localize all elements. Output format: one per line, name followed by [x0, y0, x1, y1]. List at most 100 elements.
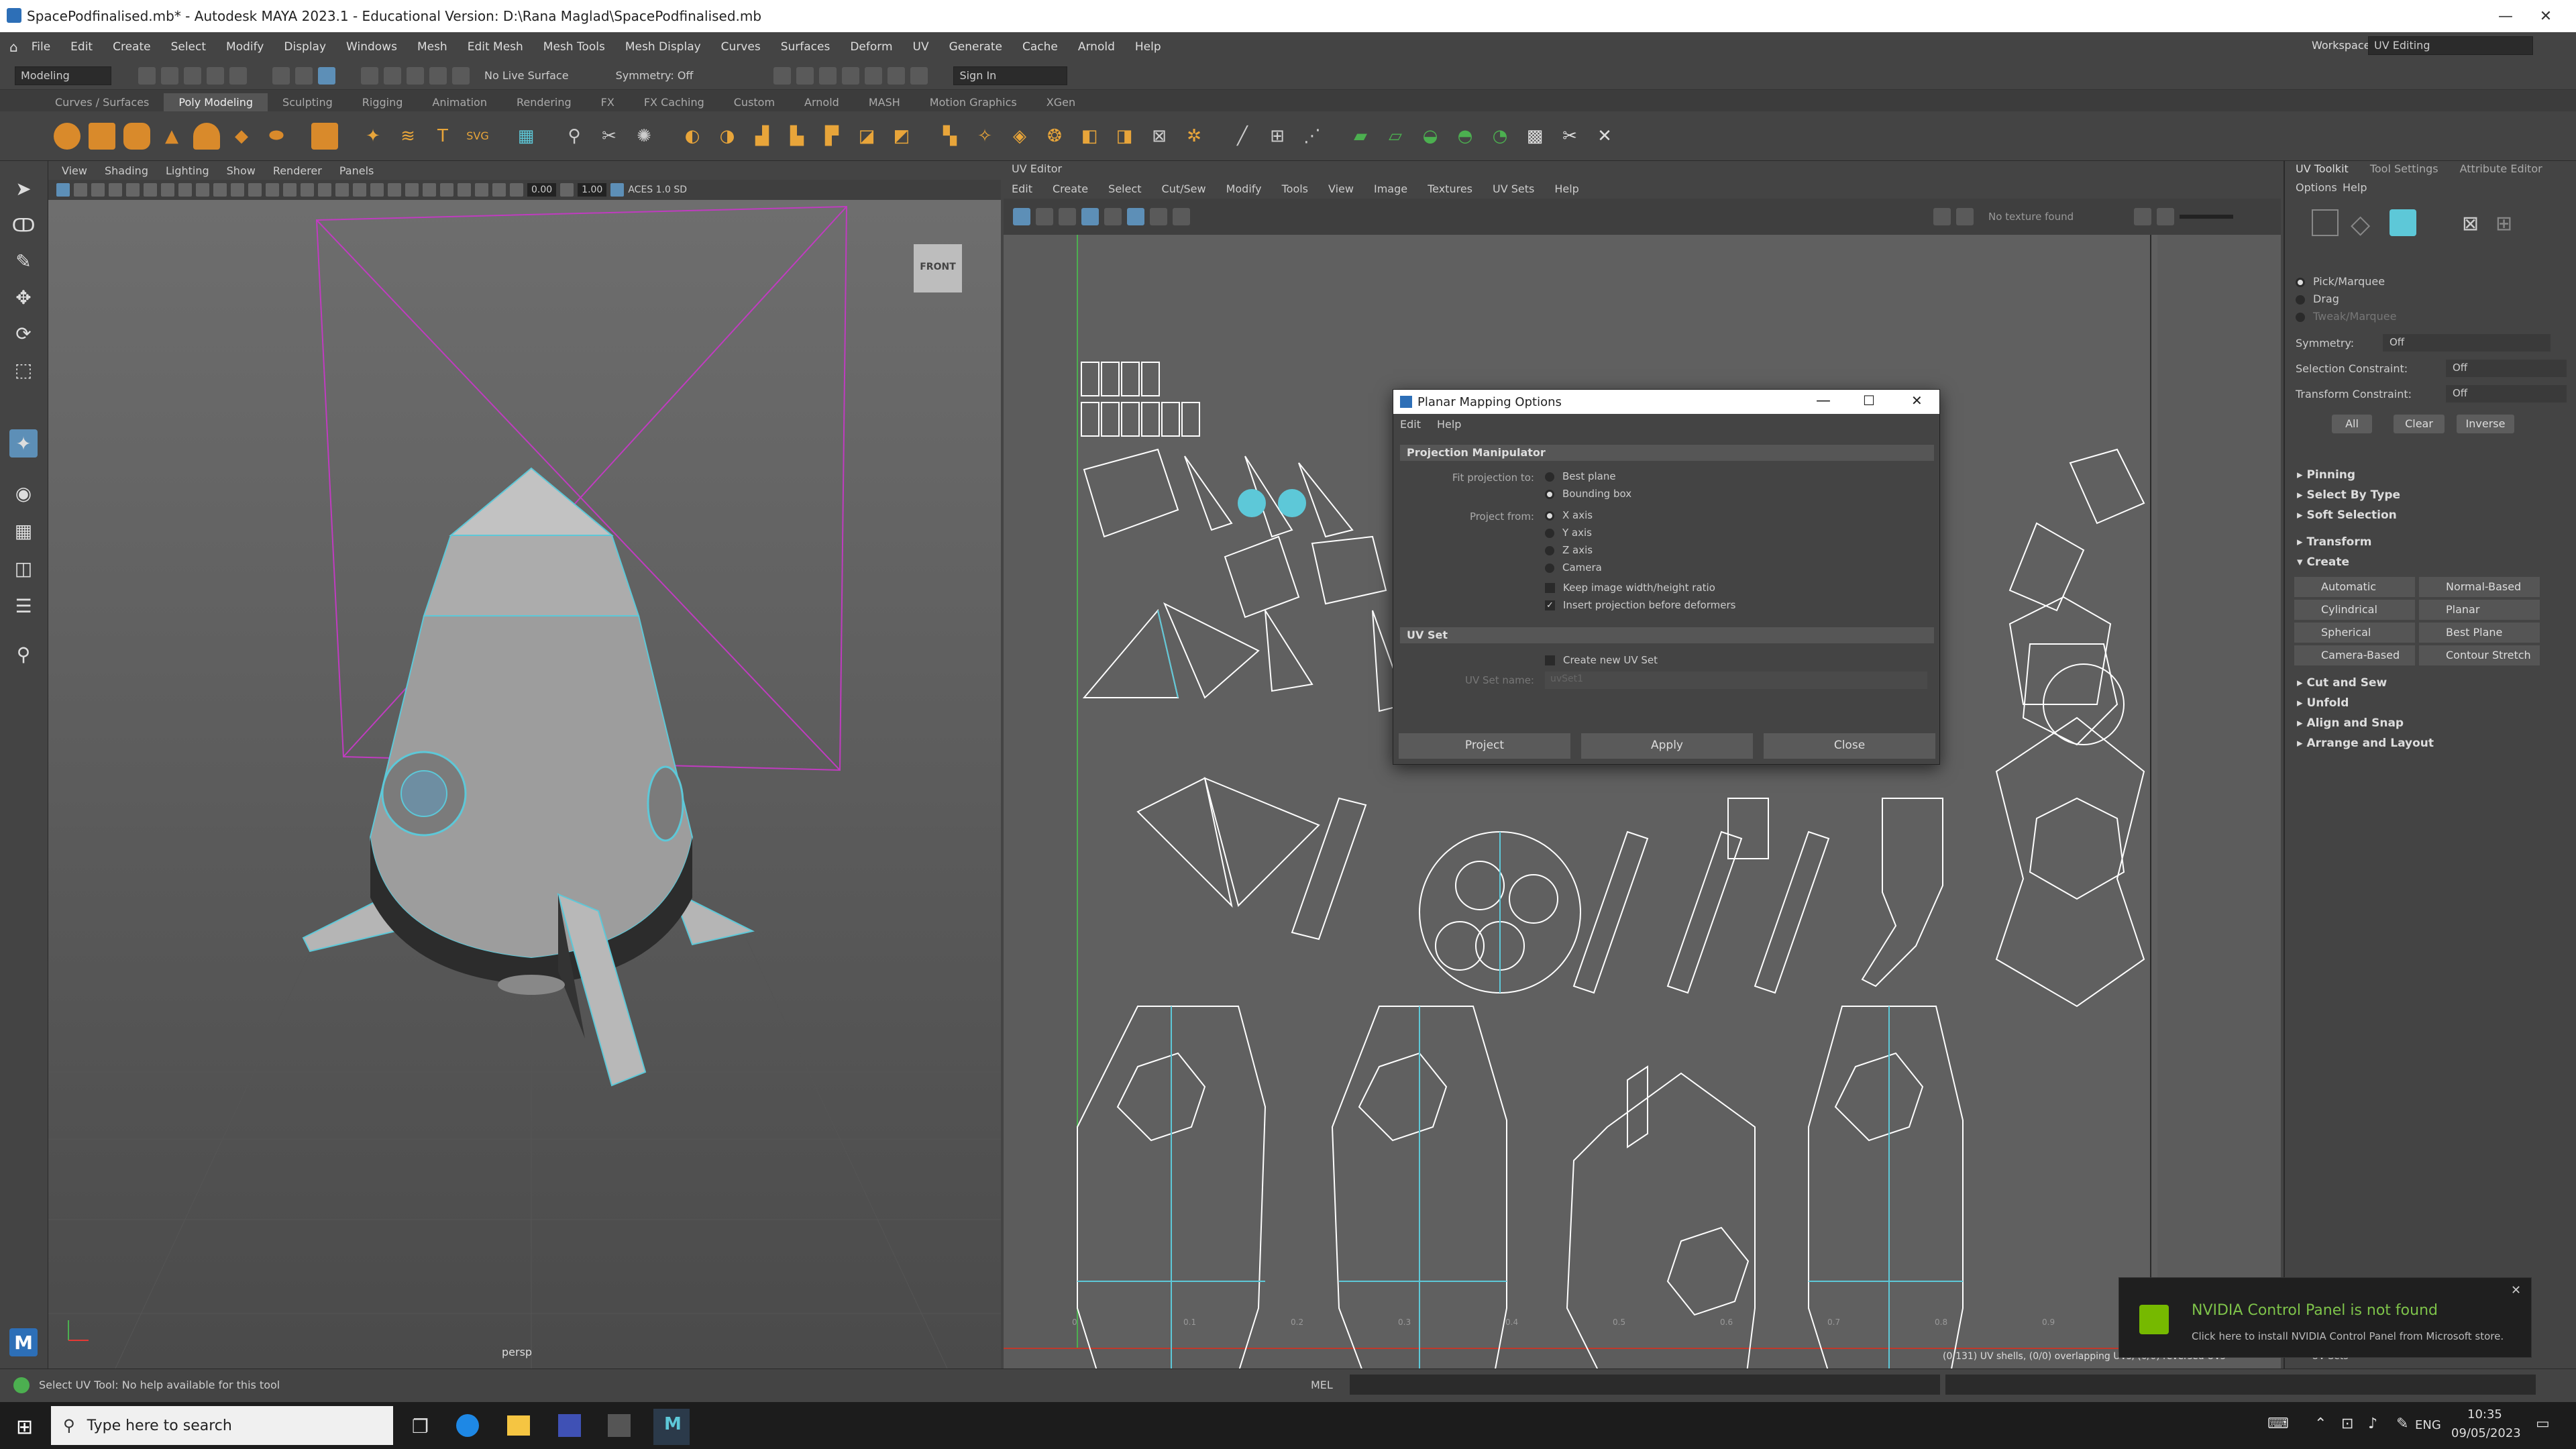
- uv-grid-icon[interactable]: [1081, 208, 1099, 225]
- menu-cache[interactable]: Cache: [1022, 40, 1058, 54]
- search-icon[interactable]: ⚲: [9, 640, 38, 668]
- maximize-icon[interactable]: ☐: [1863, 392, 1875, 409]
- shelf-tab[interactable]: XGen: [1032, 93, 1090, 111]
- default-material-icon[interactable]: [283, 183, 297, 197]
- menu-help[interactable]: Help: [1135, 40, 1161, 54]
- two-view-icon[interactable]: ◫: [9, 554, 38, 582]
- uv-menu-tools[interactable]: Tools: [1282, 182, 1308, 195]
- uv-dim-image-icon[interactable]: [1956, 208, 1974, 225]
- menu-display[interactable]: Display: [284, 40, 326, 54]
- section-select-by-type[interactable]: ▸ Select By Type: [2297, 488, 2400, 502]
- merge-icon[interactable]: ◨: [1111, 123, 1138, 150]
- bool-union-icon[interactable]: ▛: [818, 123, 845, 150]
- uv-menu-modify[interactable]: Modify: [1226, 182, 1262, 195]
- ambient-occlusion-icon[interactable]: [370, 183, 384, 197]
- uv-spherical-icon[interactable]: ◒: [1417, 123, 1444, 150]
- uv-menu-edit[interactable]: Edit: [1012, 182, 1032, 195]
- shelf-tab[interactable]: Curves / Surfaces: [40, 93, 164, 111]
- menu-select[interactable]: Select: [171, 40, 206, 54]
- grid-icon[interactable]: [126, 183, 140, 197]
- uv-distortion-icon[interactable]: [1036, 208, 1053, 225]
- symmetry-label[interactable]: Symmetry: Off: [616, 69, 694, 82]
- uv-cylindrical-icon[interactable]: ▱: [1382, 123, 1409, 150]
- menu-edit-mesh[interactable]: Edit Mesh: [468, 40, 523, 54]
- shelf-tab[interactable]: Sculpting: [268, 93, 347, 111]
- new-scene-icon[interactable]: [138, 66, 156, 85]
- checkbox-insert-before-deformers[interactable]: ✓ Insert projection before deformers: [1545, 599, 1735, 611]
- radio-camera[interactable]: Camera: [1545, 561, 1602, 574]
- pause-icon[interactable]: [910, 66, 928, 85]
- minimize-icon[interactable]: —: [1816, 392, 1831, 409]
- sweep-mesh-icon[interactable]: ✦: [360, 123, 386, 150]
- uv-set-name-input[interactable]: uvSet1: [1545, 672, 1927, 689]
- separate-icon[interactable]: ✂: [596, 123, 623, 150]
- vp-menu-lighting[interactable]: Lighting: [166, 164, 209, 177]
- uv-exposure-icon[interactable]: [2157, 208, 2175, 225]
- contour-stretch-button[interactable]: Contour Stretch: [2419, 645, 2540, 665]
- wireframe-on-shaded-icon[interactable]: [301, 183, 314, 197]
- uv-shell-border-icon[interactable]: [1013, 208, 1030, 225]
- radio-bounding-box[interactable]: Bounding box: [1545, 488, 1631, 500]
- menu-mesh-tools[interactable]: Mesh Tools: [543, 40, 605, 54]
- depth-of-field-icon[interactable]: [423, 183, 436, 197]
- uv-editor-tab[interactable]: UV Editor: [1004, 161, 2281, 178]
- motion-blur-icon[interactable]: [388, 183, 401, 197]
- close-icon[interactable]: ✕: [2511, 1283, 2521, 1297]
- bevel-icon[interactable]: ▟: [749, 123, 775, 150]
- checker-icon[interactable]: ▩: [1521, 123, 1548, 150]
- shelf-tab[interactable]: Rendering: [502, 93, 586, 111]
- uv-select-tool-icon[interactable]: ✦: [9, 429, 38, 458]
- invert-selection-button[interactable]: Inverse: [2457, 415, 2514, 433]
- shelf-tab[interactable]: Custom: [719, 93, 790, 111]
- group-projection-manipulator[interactable]: Projection Manipulator: [1400, 445, 1934, 461]
- bool-diff-icon[interactable]: ◪: [853, 123, 880, 150]
- close-icon[interactable]: ✕: [2516, 0, 2576, 32]
- select-all-button[interactable]: All: [2332, 415, 2372, 433]
- menu-curves[interactable]: Curves: [721, 40, 761, 54]
- section-transform[interactable]: ▸ Transform: [2297, 535, 2371, 549]
- uv-color-icon[interactable]: [2134, 208, 2152, 225]
- file-explorer-icon[interactable]: [507, 1415, 530, 1436]
- close-button[interactable]: Close: [1764, 733, 1935, 759]
- uv-menu-select[interactable]: Select: [1108, 182, 1141, 195]
- save-scene-icon[interactable]: [184, 66, 201, 85]
- image-plane-icon[interactable]: [109, 183, 122, 197]
- menu-generate[interactable]: Generate: [949, 40, 1002, 54]
- resolution-gate-icon[interactable]: [161, 183, 174, 197]
- undo-icon[interactable]: [207, 66, 224, 85]
- gate-mask-icon[interactable]: [178, 183, 192, 197]
- radio-y-axis[interactable]: Y axis: [1545, 527, 1592, 539]
- edge-loop-icon[interactable]: ⊞: [1264, 123, 1291, 150]
- offset-loop-icon[interactable]: ⋰: [1299, 123, 1326, 150]
- menu-surfaces[interactable]: Surfaces: [781, 40, 830, 54]
- uv-exposure-slider[interactable]: [2180, 215, 2234, 219]
- section-align-and-snap[interactable]: ▸ Align and Snap: [2297, 716, 2404, 730]
- safe-title-icon[interactable]: [231, 183, 244, 197]
- notification-icon[interactable]: ▭: [2536, 1415, 2550, 1432]
- cylindrical-button[interactable]: Cylindrical: [2294, 600, 2415, 620]
- tray-chevron-icon[interactable]: ⌃: [2314, 1415, 2326, 1432]
- move-tool-icon[interactable]: ✥: [9, 283, 38, 311]
- poly-disc-icon[interactable]: ⬬: [263, 123, 290, 150]
- scale-tool-icon[interactable]: ⬚: [9, 356, 38, 384]
- uv-menu-help[interactable]: Help: [1554, 182, 1578, 195]
- section-soft-selection[interactable]: ▸ Soft Selection: [2297, 508, 2397, 522]
- uv-menu-view[interactable]: View: [1328, 182, 1354, 195]
- snap-curve-icon[interactable]: [384, 66, 401, 85]
- shelf-tab[interactable]: FX: [586, 93, 629, 111]
- open-scene-icon[interactable]: [161, 66, 178, 85]
- lights-icon[interactable]: [335, 183, 349, 197]
- poly-torus-icon[interactable]: [193, 122, 220, 150]
- snap-point-icon[interactable]: [407, 66, 424, 85]
- language-indicator[interactable]: ENG: [2415, 1418, 2441, 1432]
- field-chart-icon[interactable]: [196, 183, 209, 197]
- group-uv-set[interactable]: UV Set: [1400, 627, 1934, 643]
- gamma-field[interactable]: 1.00: [578, 183, 607, 197]
- snap-grid-icon[interactable]: [361, 66, 378, 85]
- nvidia-toast-notification[interactable]: NVIDIA Control Panel is not found Click …: [2118, 1277, 2532, 1358]
- platonic-solid-icon[interactable]: [311, 122, 338, 150]
- uv-unfold-icon[interactable]: ◔: [1487, 123, 1513, 150]
- section-unfold[interactable]: ▸ Unfold: [2297, 696, 2349, 710]
- shelf-tab[interactable]: Motion Graphics: [915, 93, 1032, 111]
- camera-attributes-icon[interactable]: [74, 183, 87, 197]
